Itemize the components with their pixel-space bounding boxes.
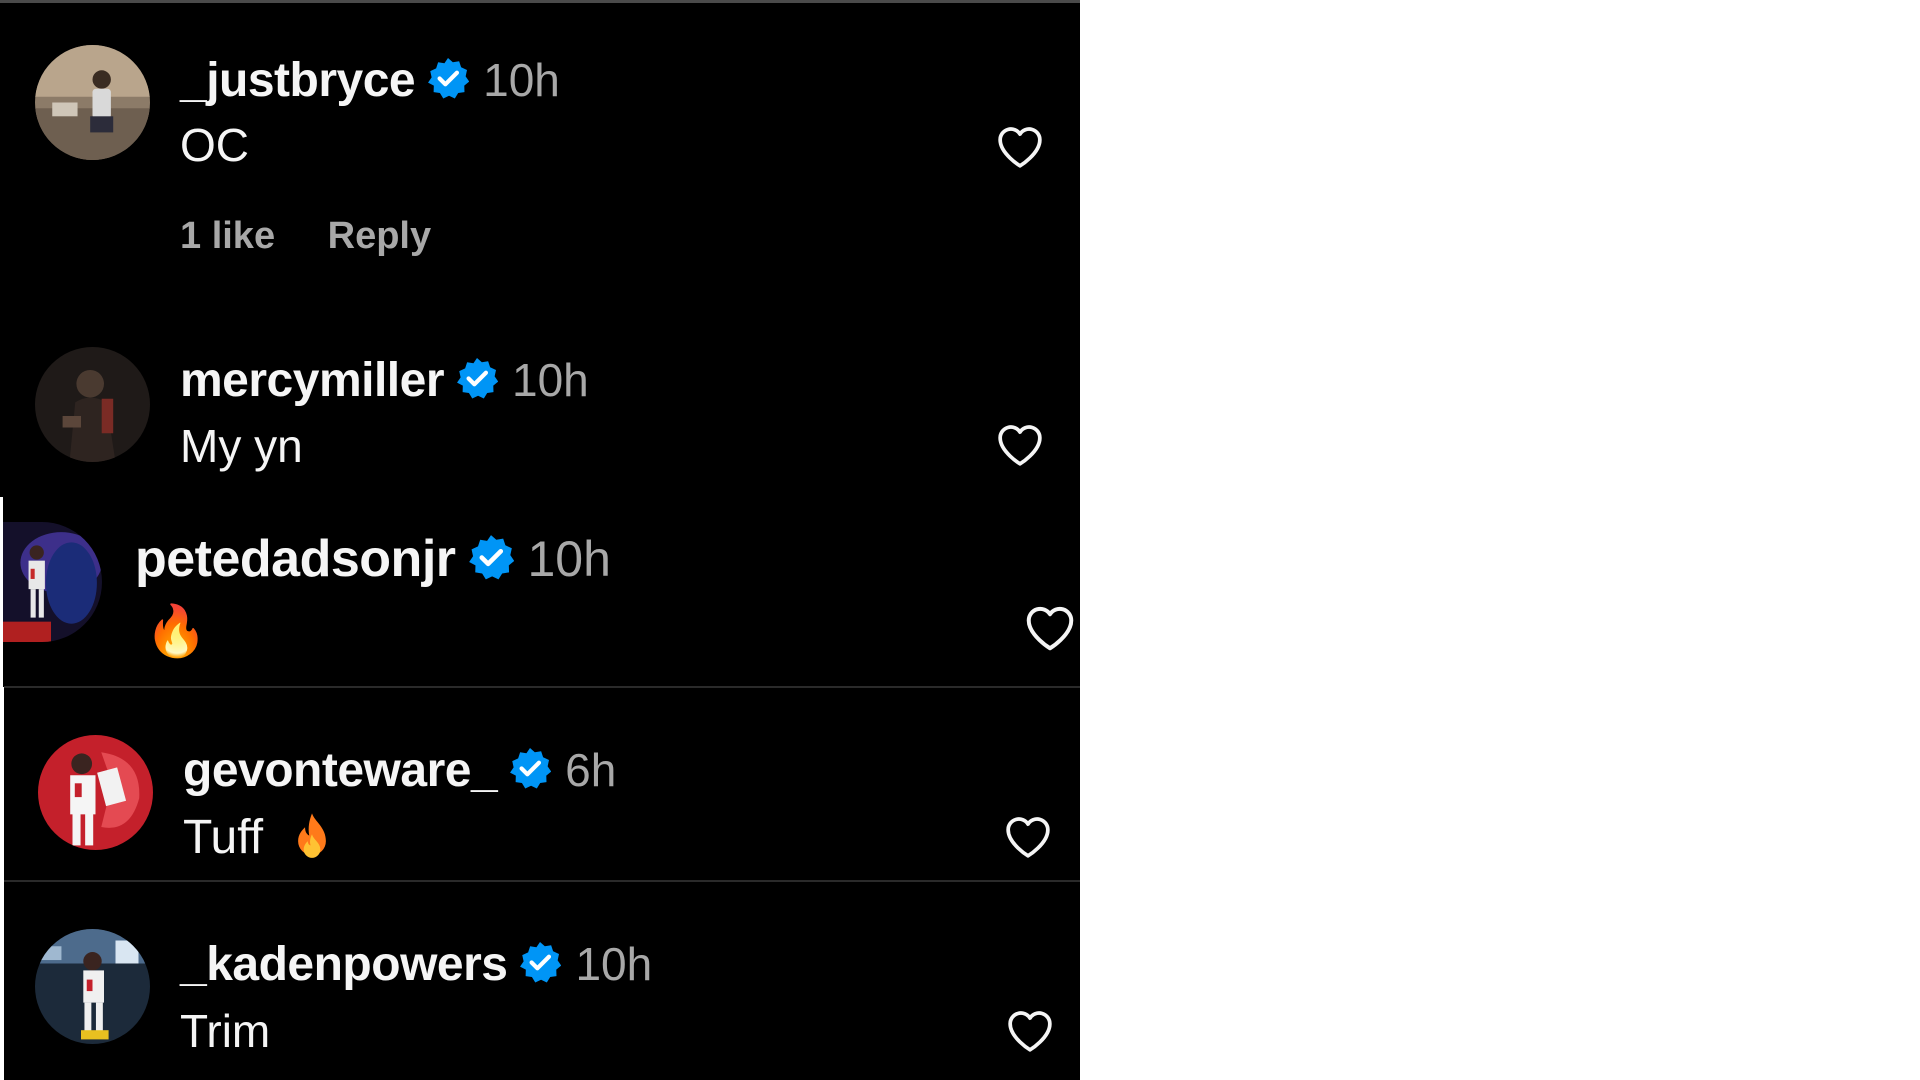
comment-item: _justbryce 10h OC 1 like Reply [0, 0, 1080, 350]
comment-header: gevonteware_ 6h [183, 740, 616, 800]
like-button[interactable] [990, 416, 1050, 472]
timestamp: 10h [512, 354, 589, 406]
comment-item: _kadenpowers 10h Trim [0, 884, 1080, 1080]
heart-outline-icon [998, 425, 1042, 466]
verified-badge-icon [456, 357, 499, 404]
verified-badge-icon [427, 57, 470, 104]
heart-outline-icon [1008, 1011, 1052, 1052]
username[interactable]: mercymiller [180, 353, 445, 408]
username[interactable]: _justbryce [180, 53, 416, 108]
comment-item: petedadsonjr 10h 🔥 [0, 497, 1080, 687]
username[interactable]: _kadenpowers [180, 937, 508, 992]
timestamp: 6h [565, 744, 617, 796]
verified-badge-icon [509, 747, 552, 794]
comment-divider [4, 686, 1080, 688]
avatar[interactable] [0, 522, 102, 642]
edge-gap [0, 687, 4, 1080]
verified-badge-icon [468, 534, 514, 585]
comment-divider [4, 880, 1080, 882]
timestamp: 10h [527, 531, 611, 587]
edge-gap [0, 497, 3, 687]
comment-meta: 1 like Reply [180, 215, 473, 258]
avatar[interactable] [35, 929, 150, 1044]
avatar[interactable] [35, 347, 150, 462]
like-button[interactable] [1018, 597, 1082, 657]
comment-header: petedadsonjr 10h [135, 527, 611, 591]
verified-badge-icon [519, 941, 562, 988]
username[interactable]: gevonteware_ [183, 743, 498, 798]
comments-panel: _justbryce 10h OC 1 like Reply mercymill… [0, 0, 1080, 1080]
comment-header: mercymiller 10h [180, 350, 589, 410]
heart-outline-icon [998, 127, 1042, 168]
comment-header: _justbryce 10h [180, 50, 560, 110]
comment-text: OC [180, 119, 249, 171]
comment-text: My yn [180, 420, 303, 472]
comment-text: Tuff [183, 805, 333, 869]
comment-text: Trim [180, 1005, 271, 1057]
like-button[interactable] [998, 808, 1058, 864]
comment-text: 🔥 [145, 602, 208, 659]
comment-item: mercymiller 10h My yn [0, 330, 1080, 495]
reply-button[interactable]: Reply [328, 215, 431, 257]
like-count-link[interactable]: 1 like [180, 215, 275, 257]
heart-outline-icon [1026, 606, 1074, 651]
username[interactable]: petedadsonjr [135, 529, 456, 589]
like-button[interactable] [1000, 1002, 1060, 1058]
timestamp: 10h [575, 938, 653, 990]
avatar[interactable] [35, 45, 150, 160]
comment-item: gevonteware_ 6h Tuff [0, 690, 1080, 880]
comment-header: _kadenpowers 10h [180, 934, 652, 994]
timestamp: 10h [483, 54, 560, 106]
like-button[interactable] [990, 118, 1050, 174]
fire-emoji-icon [291, 812, 333, 862]
avatar[interactable] [38, 735, 153, 850]
heart-outline-icon [1006, 817, 1050, 858]
comment-text-value: Tuff [183, 810, 264, 864]
